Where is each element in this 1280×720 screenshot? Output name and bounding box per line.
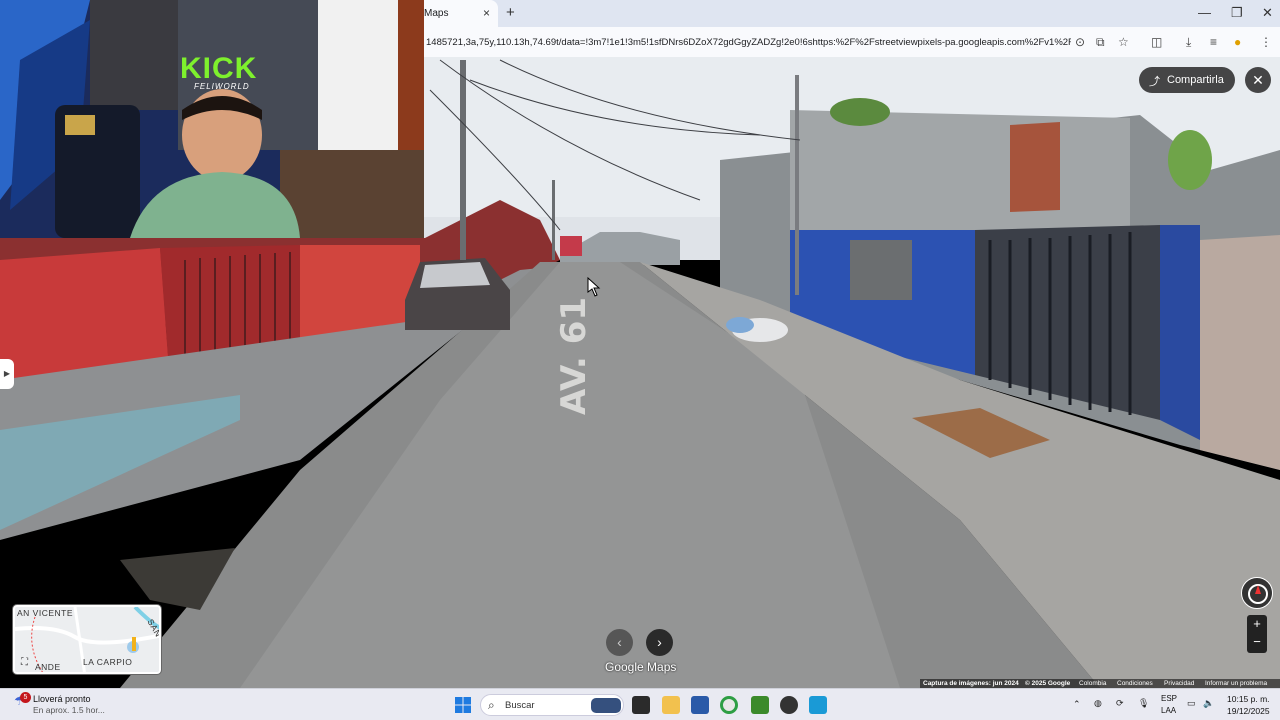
- weather-title[interactable]: Lloverá pronto: [33, 694, 91, 704]
- next-image-button[interactable]: ›: [646, 629, 673, 656]
- tab-close-icon[interactable]: ×: [483, 6, 490, 20]
- minimap-label-top: AN VICENTE: [17, 608, 74, 618]
- report-problem-link[interactable]: Informar un problema: [1205, 680, 1267, 687]
- url-text[interactable]: 1485721,3a,75y,110.13h,74.69t/data=!3m7!…: [426, 37, 1071, 48]
- taskbar: ☂ 5 Lloverá pronto En aprox. 1.5 hor... …: [0, 688, 1280, 720]
- compass-graphic: [1248, 584, 1268, 604]
- search-icon: ⌕: [488, 698, 495, 712]
- download-icon[interactable]: ⤓: [1186, 35, 1191, 50]
- share-button[interactable]: ⤴ Compartirla: [1139, 67, 1235, 93]
- install-app-icon[interactable]: ⧉: [1096, 35, 1105, 50]
- media-icon[interactable]: ≡: [1210, 35, 1217, 49]
- tray-overflow-icon[interactable]: ⌃: [1073, 699, 1081, 710]
- compass-icon[interactable]: [1241, 577, 1273, 609]
- street-marking-text: AV. 61: [554, 297, 594, 415]
- attribution-bar: Captura de imágenes: jun 2024 © 2025 Goo…: [920, 679, 1280, 688]
- store-icon[interactable]: [691, 696, 709, 714]
- webcam-overlay: KICK FELIWORLD: [0, 0, 424, 238]
- attribution-copyright: © 2025 Google: [1025, 680, 1071, 687]
- clock-time[interactable]: 10:15 p. m.: [1227, 694, 1270, 704]
- browser-tab-bar: Maps × + — ❐ ✕: [424, 0, 1280, 27]
- notepad-icon[interactable]: [809, 696, 827, 714]
- microphone-icon[interactable]: 🎙: [1138, 698, 1149, 709]
- search-highlight-image: [591, 698, 621, 713]
- share-label: Compartirla: [1167, 74, 1224, 86]
- close-street-view-button[interactable]: ✕: [1245, 67, 1271, 93]
- menu-kebab-icon[interactable]: ⋮: [1260, 35, 1272, 49]
- keyboard-layout[interactable]: LAA: [1161, 706, 1176, 715]
- google-maps-logo: Google Maps: [605, 660, 677, 674]
- kick-subtitle: FELIWORLD: [194, 82, 250, 91]
- zoom-controls: + −: [1247, 615, 1267, 653]
- location-icon[interactable]: ⊙: [1075, 35, 1085, 49]
- address-bar[interactable]: 1485721,3a,75y,110.13h,74.69t/data=!3m7!…: [424, 27, 1280, 57]
- profile-icon[interactable]: ●: [1234, 35, 1241, 49]
- screen: AV. 61 Maps × + — ❐ ✕ 1485721,3a,75y,110…: [0, 0, 1280, 720]
- minimap[interactable]: AN VICENTE SAN ANDE LA CARPIO ⛶: [13, 605, 161, 674]
- clock-date[interactable]: 19/12/2025: [1227, 706, 1270, 716]
- minimap-label-bottom-left: ANDE: [35, 662, 61, 672]
- taskbar-search[interactable]: ⌕ Buscar: [480, 694, 624, 716]
- volume-icon[interactable]: 🔈: [1203, 698, 1214, 709]
- maximize-button[interactable]: ❐: [1231, 5, 1243, 21]
- webcam-scene-graphic: [0, 0, 424, 238]
- weather-badge: 5: [20, 692, 31, 703]
- window-close-button[interactable]: ✕: [1262, 5, 1273, 21]
- language-code[interactable]: ESP: [1161, 694, 1177, 703]
- extensions-icon[interactable]: ◫: [1151, 35, 1162, 49]
- side-panel-toggle[interactable]: ▶: [0, 359, 14, 389]
- tab-maps[interactable]: Maps ×: [424, 0, 498, 27]
- obs-icon[interactable]: [780, 696, 798, 714]
- zoom-out-button[interactable]: −: [1247, 634, 1267, 649]
- weather-subtitle[interactable]: En aprox. 1.5 hor...: [33, 705, 105, 715]
- chrome-icon[interactable]: [720, 696, 738, 714]
- kick-logo: KICK: [180, 52, 258, 85]
- tray-app-icon[interactable]: ◍: [1094, 698, 1102, 709]
- file-explorer-icon[interactable]: [662, 696, 680, 714]
- minimap-label-bottom: LA CARPIO: [83, 657, 133, 667]
- share-icon: ⤴: [1149, 76, 1160, 88]
- task-view-icon[interactable]: [632, 696, 650, 714]
- tab-title: Maps: [424, 8, 449, 19]
- minecraft-icon[interactable]: [751, 696, 769, 714]
- new-tab-button[interactable]: +: [506, 4, 515, 21]
- expand-map-icon[interactable]: ⛶: [21, 657, 28, 668]
- zoom-in-button[interactable]: +: [1247, 616, 1267, 631]
- bookmark-star-icon[interactable]: ☆: [1118, 35, 1129, 49]
- previous-image-button[interactable]: ‹: [606, 629, 633, 656]
- minimize-button[interactable]: —: [1198, 5, 1211, 20]
- attribution-privacy[interactable]: Privacidad: [1164, 680, 1194, 687]
- windows-start-icon[interactable]: [455, 697, 471, 713]
- attribution-capture: Captura de imágenes: jun 2024: [923, 680, 1019, 687]
- tray-sync-icon[interactable]: ⟳: [1116, 698, 1124, 709]
- search-placeholder: Buscar: [505, 700, 535, 711]
- attribution-terms[interactable]: Condiciones: [1117, 680, 1153, 687]
- attribution-country[interactable]: Colombia: [1079, 680, 1106, 687]
- network-icon[interactable]: ▭: [1187, 698, 1196, 709]
